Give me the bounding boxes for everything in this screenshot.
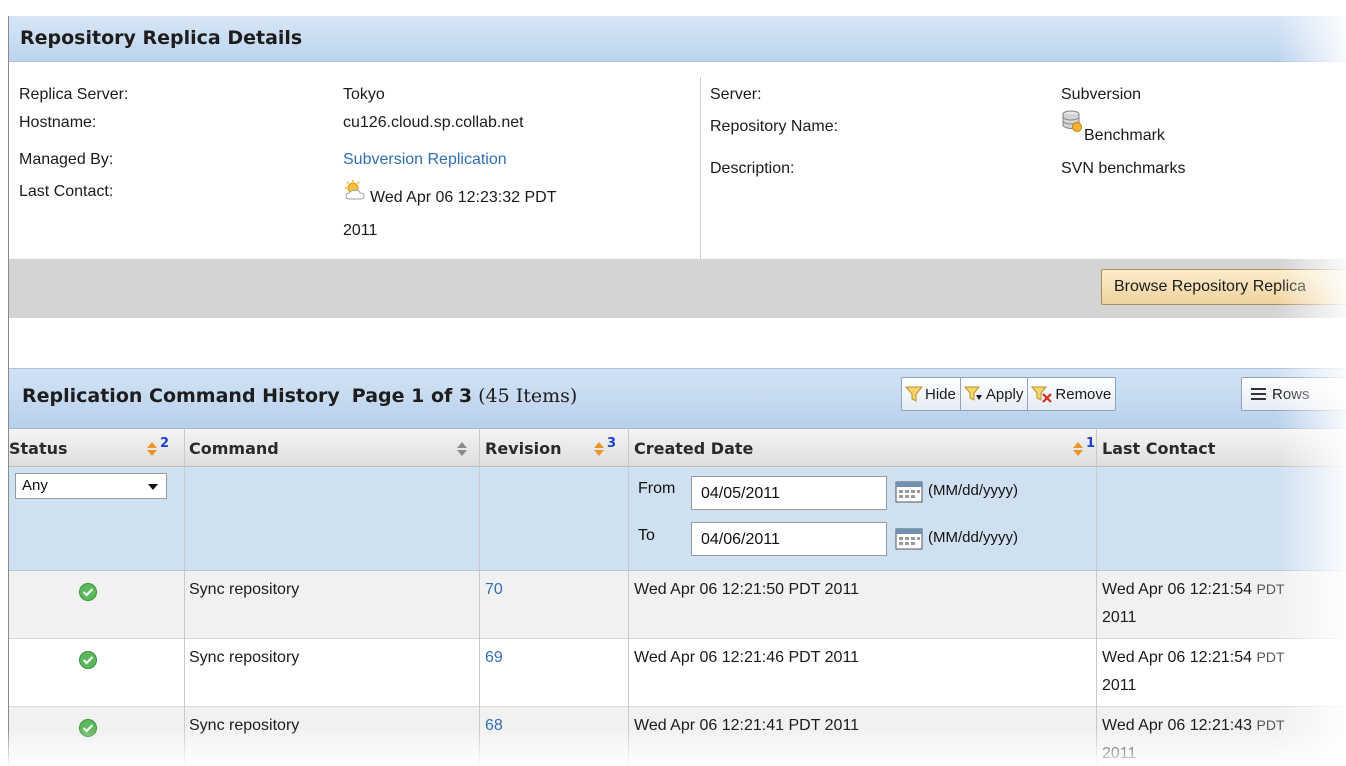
table-row: Sync repository 70 Wed Apr 06 12:21:50 P… bbox=[9, 571, 1346, 639]
remove-filter-button[interactable]: Remove bbox=[1028, 378, 1115, 410]
to-label: To bbox=[638, 527, 655, 544]
to-date-input[interactable]: 04/06/2011 bbox=[691, 522, 887, 556]
hide-label: Hide bbox=[925, 385, 956, 403]
sort-icon[interactable] bbox=[1071, 441, 1085, 457]
list-icon bbox=[1251, 388, 1266, 400]
last-contact-cell: Wed Apr 06 12:21:43 PDT bbox=[1102, 717, 1285, 735]
details-button-bar: Browse Repository Replica bbox=[9, 259, 1346, 318]
sort-icon[interactable] bbox=[455, 441, 469, 457]
last-contact-tz: PDT bbox=[1256, 649, 1285, 665]
column-separator bbox=[184, 429, 185, 766]
rows-dropdown-button[interactable]: Rows bbox=[1241, 377, 1346, 411]
created-date-cell: Wed Apr 06 12:21:46 PDT 2011 bbox=[634, 649, 860, 666]
details-divider bbox=[700, 77, 701, 259]
last-contact-line2: 2011 bbox=[343, 222, 378, 239]
created-date-cell: Wed Apr 06 12:21:41 PDT 2011 bbox=[634, 717, 860, 734]
last-contact-tz: PDT bbox=[1256, 717, 1285, 733]
remove-label: Remove bbox=[1055, 385, 1112, 403]
table-header-row: Status 2 Command Revision 3 Created Date… bbox=[9, 429, 1346, 467]
revision-link[interactable]: 68 bbox=[485, 717, 503, 735]
apply-filter-button[interactable]: Apply bbox=[961, 378, 1029, 410]
replica-server-label: Replica Server: bbox=[19, 86, 129, 103]
last-contact-tz: PDT bbox=[1256, 581, 1285, 597]
chevron-down-icon bbox=[148, 484, 158, 490]
repository-name-label: Repository Name: bbox=[710, 118, 839, 135]
command-cell: Sync repository bbox=[189, 649, 300, 666]
column-separator bbox=[628, 429, 629, 766]
description-value: SVN benchmarks bbox=[1061, 160, 1186, 177]
revision-column-header[interactable]: Revision bbox=[485, 439, 561, 458]
table-row: Sync repository 68 Wed Apr 06 12:21:41 P… bbox=[9, 707, 1346, 766]
items-count: (45 Items) bbox=[478, 385, 578, 407]
from-date-input[interactable]: 04/05/2011 bbox=[691, 476, 887, 510]
last-contact-cell: Wed Apr 06 12:21:54 PDT bbox=[1102, 581, 1285, 599]
calendar-icon[interactable] bbox=[895, 481, 925, 503]
last-contact-time: Wed Apr 06 12:21:43 bbox=[1102, 717, 1253, 734]
browse-repository-replica-button[interactable]: Browse Repository Replica bbox=[1101, 269, 1346, 305]
revision-sort-order: 3 bbox=[607, 436, 617, 451]
server-value: Subversion bbox=[1061, 86, 1142, 103]
filter-remove-icon bbox=[1031, 386, 1053, 403]
created-date-cell: Wed Apr 06 12:21:50 PDT 2011 bbox=[634, 581, 860, 598]
filter-toolbar: Hide Apply Remove bbox=[901, 377, 1117, 411]
last-contact-year: 2011 bbox=[1102, 609, 1137, 626]
sort-icon[interactable] bbox=[592, 441, 606, 457]
sort-icon[interactable] bbox=[145, 441, 159, 457]
filter-icon bbox=[905, 386, 923, 402]
last-contact-time: Wed Apr 06 12:21:54 bbox=[1102, 581, 1253, 598]
last-contact-cell: Wed Apr 06 12:21:54 PDT bbox=[1102, 649, 1285, 667]
last-contact-time: Wed Apr 06 12:21:54 bbox=[1102, 649, 1253, 666]
success-check-icon bbox=[79, 651, 97, 669]
status-column-header[interactable]: Status bbox=[9, 439, 68, 458]
managed-by-label: Managed By: bbox=[19, 151, 114, 168]
last-contact-year: 2011 bbox=[1102, 745, 1137, 762]
server-label: Server: bbox=[710, 86, 762, 103]
column-separator bbox=[479, 429, 480, 766]
partly-cloudy-icon bbox=[343, 180, 367, 200]
command-cell: Sync repository bbox=[189, 581, 300, 598]
success-check-icon bbox=[79, 719, 97, 737]
last-contact-line1: Wed Apr 06 12:23:32 PDT bbox=[370, 189, 557, 206]
history-title: Replication Command History bbox=[22, 385, 340, 407]
status-filter-value: Any bbox=[22, 477, 48, 494]
hostname-value: cu126.cloud.sp.collab.net bbox=[343, 114, 524, 131]
table-row: Sync repository 69 Wed Apr 06 12:21:46 P… bbox=[9, 639, 1346, 707]
hostname-label: Hostname: bbox=[19, 114, 97, 131]
filter-apply-icon bbox=[963, 386, 982, 401]
command-cell: Sync repository bbox=[189, 717, 300, 734]
created-sort-order: 1 bbox=[1086, 436, 1096, 451]
history-header: Replication Command History Page 1 of 3 (4… bbox=[9, 368, 1346, 429]
from-label: From bbox=[638, 480, 676, 497]
details-header: Repository Replica Details bbox=[9, 16, 1346, 62]
apply-label: Apply bbox=[985, 385, 1024, 403]
history-title-group: Replication Command History Page 1 of 3 (4… bbox=[22, 385, 577, 407]
status-sort-order: 2 bbox=[160, 436, 170, 451]
replica-server-value: Tokyo bbox=[343, 86, 385, 103]
last-contact-column-header[interactable]: Last Contact bbox=[1102, 439, 1215, 458]
calendar-icon[interactable] bbox=[895, 528, 925, 550]
success-check-icon bbox=[79, 583, 97, 601]
created-date-column-header[interactable]: Created Date bbox=[634, 439, 753, 458]
command-column-header[interactable]: Command bbox=[189, 439, 279, 458]
revision-link[interactable]: 70 bbox=[485, 581, 503, 599]
column-separator bbox=[1096, 429, 1097, 766]
page: Repository Replica Details Replica Serve… bbox=[0, 0, 1346, 766]
from-date-format: (MM/dd/yyyy) bbox=[928, 482, 1018, 499]
status-filter-select[interactable]: Any bbox=[15, 473, 167, 499]
page-info: Page 1 of 3 bbox=[351, 385, 473, 407]
rows-label: Rows bbox=[1272, 385, 1310, 403]
database-icon bbox=[1061, 110, 1083, 132]
hide-filter-button[interactable]: Hide bbox=[902, 378, 961, 410]
revision-link[interactable]: 69 bbox=[485, 649, 503, 667]
details-title: Repository Replica Details bbox=[20, 27, 303, 49]
repository-name-value: Benchmark bbox=[1084, 127, 1165, 144]
last-contact-label: Last Contact: bbox=[19, 183, 114, 200]
last-contact-year: 2011 bbox=[1102, 677, 1137, 694]
filter-row: Any From 04/05/2011 (MM/dd/yyyy) To 04/0… bbox=[9, 467, 1346, 571]
to-date-format: (MM/dd/yyyy) bbox=[928, 529, 1018, 546]
managed-by-link[interactable]: Subversion Replication bbox=[343, 151, 507, 169]
description-label: Description: bbox=[710, 160, 795, 177]
